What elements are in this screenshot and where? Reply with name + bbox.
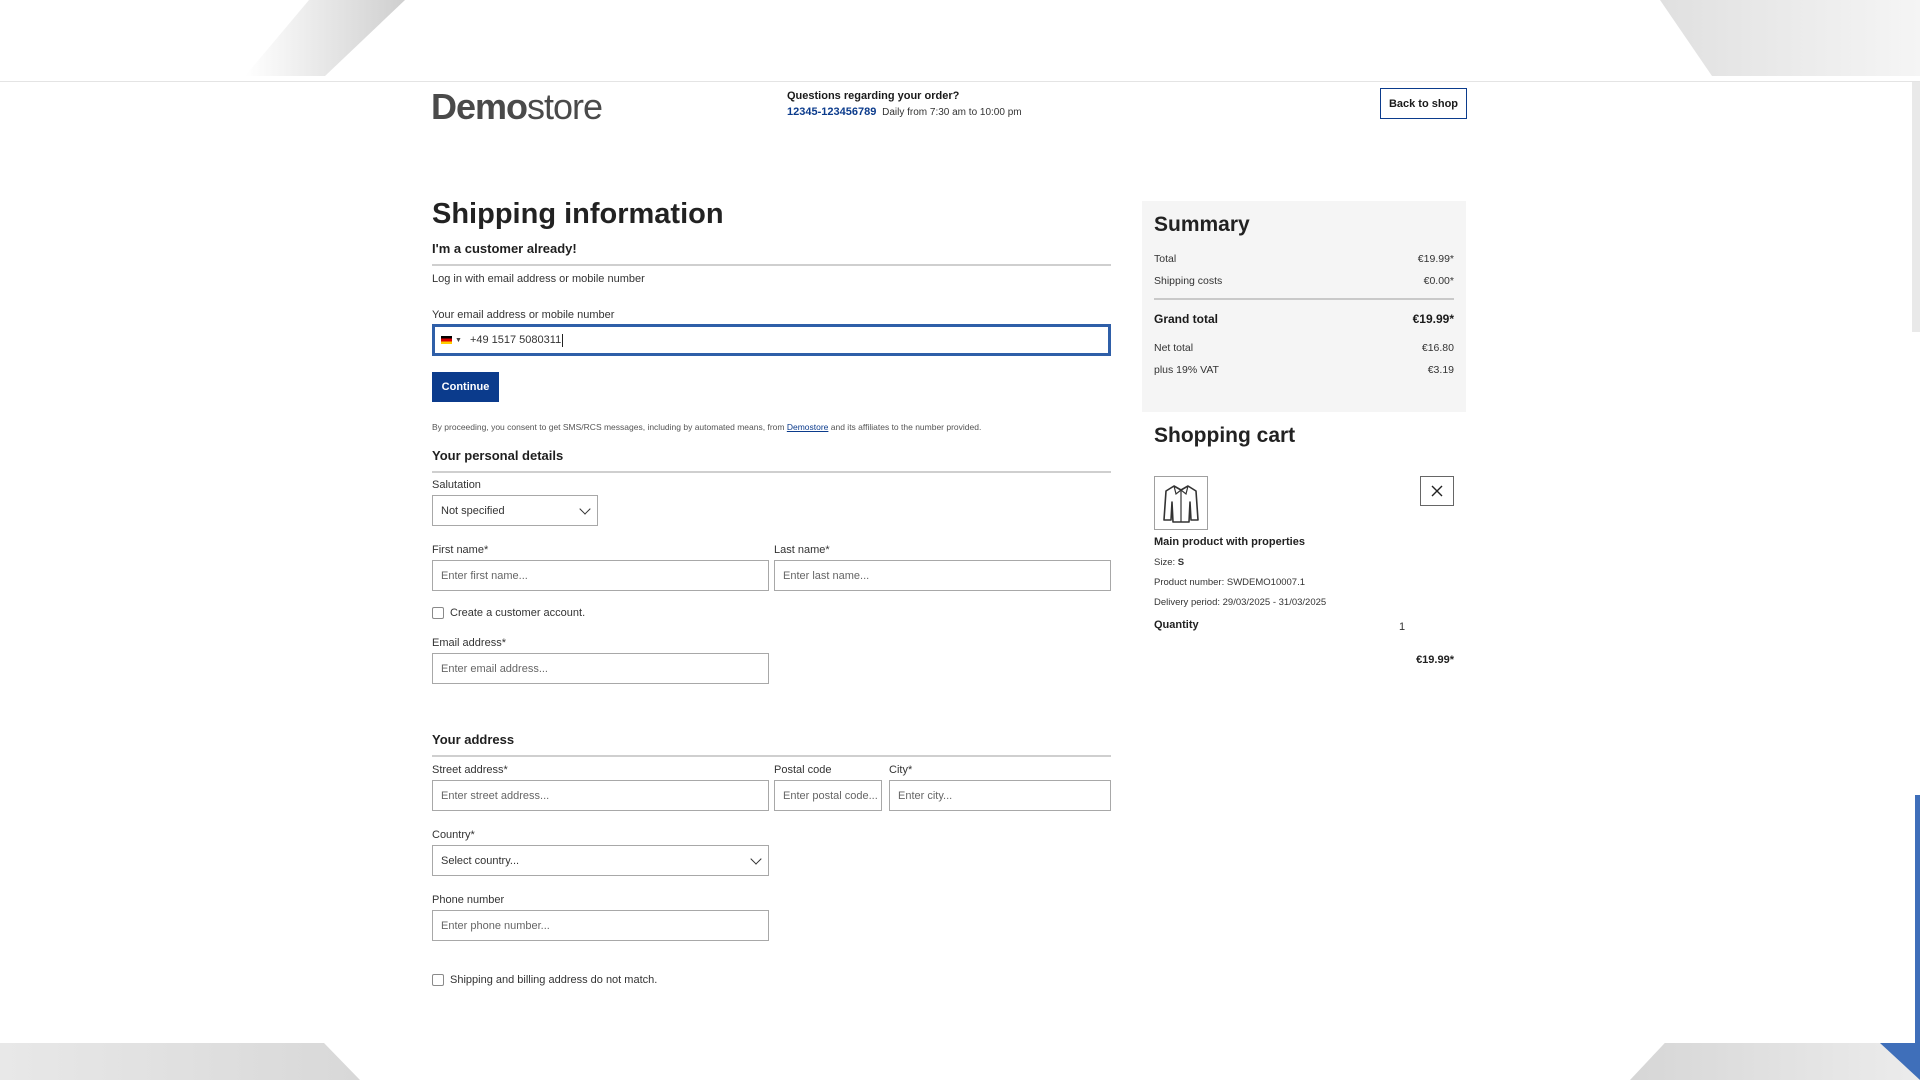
shopping-cart: Shopping cart Main product with properti…: [1154, 424, 1454, 666]
chevron-down-icon: [750, 852, 762, 865]
product-number: Product number: SWDEMO10007.1: [1154, 577, 1306, 588]
summary-row-value: €16.80: [1421, 342, 1454, 354]
email-input[interactable]: Enter email address...: [432, 653, 769, 684]
salutation-label: Salutation: [432, 479, 481, 491]
jacket-icon: [1163, 485, 1199, 523]
summary-row-value: €0.00*: [1423, 275, 1454, 287]
phone-label: Phone number: [432, 894, 505, 906]
continue-button[interactable]: Continue: [432, 372, 499, 402]
login-section-title: I'm a customer already!: [432, 241, 1111, 266]
remove-item-button[interactable]: [1420, 476, 1454, 506]
different-billing-checkbox[interactable]: [432, 974, 444, 986]
city-label: City*: [889, 764, 913, 776]
address-section-title: Your address: [432, 732, 1111, 757]
consent-text-before: By proceeding, you consent to get SMS/RC…: [432, 422, 787, 432]
chevron-down-icon: [579, 502, 591, 515]
different-billing-label[interactable]: Shipping and billing address do not matc…: [450, 974, 657, 986]
decorative-shape: [0, 1043, 360, 1080]
help-phone-link[interactable]: 12345-123456789: [787, 106, 876, 118]
summary-divider: [1154, 298, 1454, 300]
city-input[interactable]: Enter city...: [889, 780, 1111, 811]
summary-row-total: Total €19.99*: [1154, 253, 1454, 265]
help-hours: Daily from 7:30 am to 10:00 pm: [882, 107, 1022, 118]
login-subtitle: Log in with email address or mobile numb…: [432, 273, 645, 285]
product-name[interactable]: Main product with properties: [1154, 536, 1305, 548]
decorative-edge: [1915, 795, 1920, 1055]
create-account-row[interactable]: Create a customer account.: [432, 607, 585, 619]
first-name-label: First name*: [432, 544, 489, 556]
summary-row-value: €3.19: [1427, 364, 1454, 376]
phone-input[interactable]: Enter phone number...: [432, 910, 769, 941]
last-name-input[interactable]: Enter last name...: [774, 560, 1111, 591]
postal-code-input[interactable]: Enter postal code...: [774, 780, 882, 811]
postal-code-label: Postal code: [774, 764, 832, 776]
summary-row-shipping: Shipping costs €0.00*: [1154, 275, 1454, 287]
quantity-value[interactable]: 1: [1399, 621, 1405, 633]
login-identifier-value: +49 1517 5080311: [469, 334, 562, 346]
size-value: S: [1177, 557, 1185, 568]
back-to-shop-button[interactable]: Back to shop: [1380, 88, 1467, 119]
help-contact-line: 12345-123456789 Daily from 7:30 am to 10…: [787, 106, 1022, 118]
salutation-select[interactable]: Not specified: [432, 495, 598, 526]
logo-light-text: store: [527, 86, 603, 127]
logo-bold-text: Demo: [431, 86, 528, 127]
salutation-value: Not specified: [441, 504, 505, 517]
summary-row-label: Total: [1154, 253, 1177, 265]
country-value: Select country...: [441, 854, 520, 867]
summary-row-label: plus 19% VAT: [1154, 364, 1219, 376]
decorative-edge: [1912, 82, 1920, 332]
product-image[interactable]: [1154, 476, 1208, 530]
country-select[interactable]: Select country...: [432, 845, 769, 876]
login-field-label: Your email address or mobile number: [432, 309, 615, 321]
store-logo[interactable]: Demostore: [431, 86, 603, 128]
street-label: Street address*: [432, 764, 508, 776]
item-price: €19.99*: [1416, 654, 1454, 666]
demostore-link[interactable]: Demostore: [787, 422, 829, 432]
page-title: Shipping information: [432, 198, 724, 230]
order-help-info: Questions regarding your order? 12345-12…: [787, 90, 1022, 118]
street-input[interactable]: Enter street address...: [432, 780, 769, 811]
order-summary: Summary Total €19.99* Shipping costs €0.…: [1142, 201, 1466, 412]
first-name-input[interactable]: Enter first name...: [432, 560, 769, 591]
summary-row-label: Net total: [1154, 342, 1194, 354]
size-label: Size:: [1154, 557, 1176, 568]
email-label: Email address*: [432, 637, 506, 649]
caret-down-icon[interactable]: ▼: [455, 337, 462, 344]
text-cursor: [562, 333, 564, 347]
summary-row-net: Net total €16.80: [1154, 342, 1454, 354]
checkout-page: Demostore Questions regarding your order…: [0, 82, 1912, 1043]
delivery-period: Delivery period: 29/03/2025 - 31/03/2025: [1154, 597, 1327, 608]
summary-row-vat: plus 19% VAT €3.19: [1154, 364, 1454, 376]
quantity-label: Quantity: [1154, 619, 1199, 631]
decorative-shape: [1630, 1043, 1920, 1080]
germany-flag-icon[interactable]: [441, 336, 452, 344]
cart-title: Shopping cart: [1154, 424, 1296, 447]
country-label: Country*: [432, 829, 475, 841]
consent-text-after: and its affiliates to the number provide…: [828, 422, 982, 432]
summary-row-label: Shipping costs: [1154, 275, 1223, 287]
close-icon: [1431, 485, 1443, 497]
personal-details-title: Your personal details: [432, 448, 1111, 473]
help-question: Questions regarding your order?: [787, 90, 960, 102]
login-identifier-input[interactable]: ▼ +49 1517 5080311: [432, 324, 1111, 356]
summary-row-value: €19.99*: [1417, 253, 1454, 265]
sms-consent-text: By proceeding, you consent to get SMS/RC…: [432, 422, 1111, 432]
last-name-label: Last name*: [774, 544, 830, 556]
grand-total-label: Grand total: [1154, 312, 1219, 326]
summary-title: Summary: [1154, 213, 1250, 236]
create-account-checkbox[interactable]: [432, 607, 444, 619]
grand-total-value: €19.99*: [1412, 312, 1454, 326]
create-account-label[interactable]: Create a customer account.: [450, 607, 585, 619]
summary-grand-total: Grand total €19.99*: [1154, 312, 1454, 326]
different-billing-row[interactable]: Shipping and billing address do not matc…: [432, 974, 657, 986]
product-size: Size: S: [1154, 557, 1184, 568]
